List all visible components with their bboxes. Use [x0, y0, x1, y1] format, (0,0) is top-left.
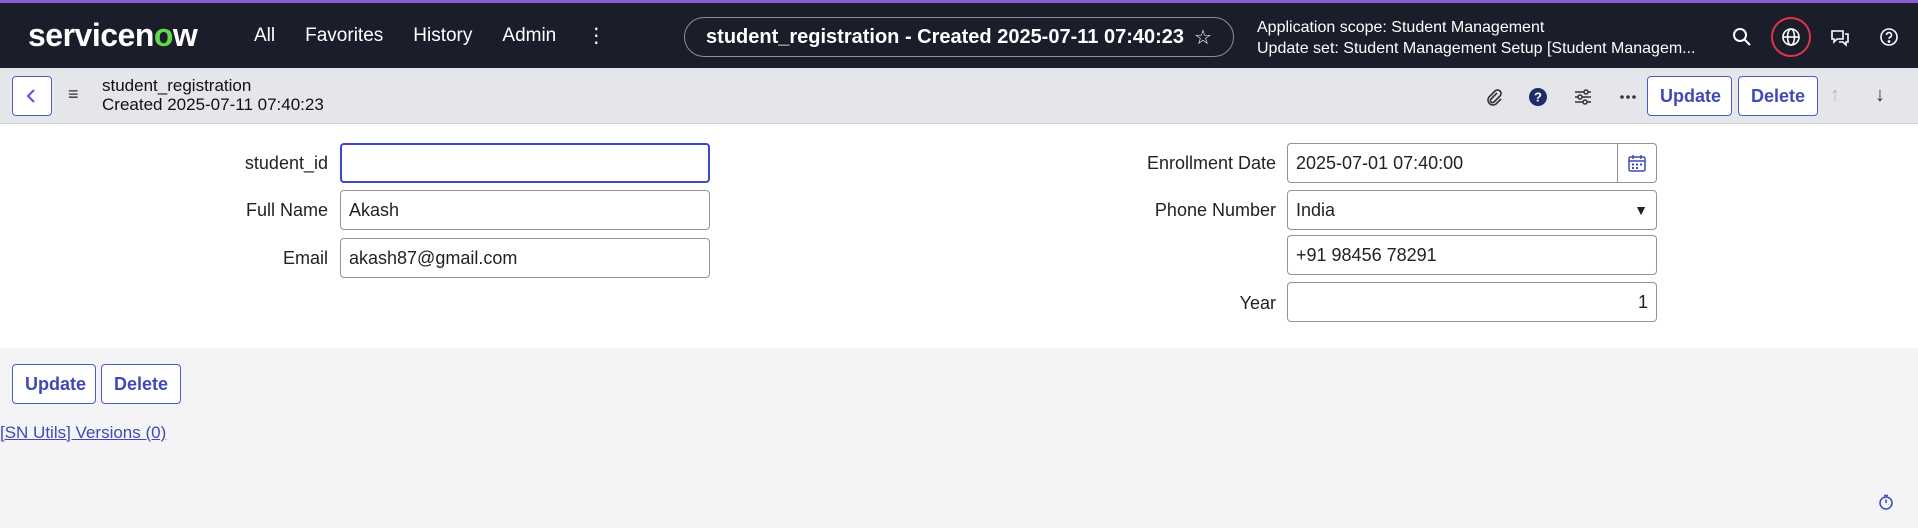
more-actions-icon[interactable] [1605, 82, 1650, 112]
versions-link[interactable]: [SN Utils] Versions (0) [0, 423, 166, 443]
chevron-down-icon: ▼ [1634, 202, 1648, 218]
form-header-icons: ? [1470, 82, 1650, 112]
search-icon[interactable] [1722, 17, 1762, 57]
footer-update-button[interactable]: Update [12, 364, 96, 404]
settings-sliders-icon[interactable] [1560, 82, 1605, 112]
back-button[interactable] [12, 76, 52, 116]
phone-number-label: Phone Number [1154, 200, 1276, 220]
enrollment-date-label: Enrollment Date [1146, 153, 1276, 173]
application-scope: Application scope: Student Management [1257, 19, 1545, 36]
year-label: Year [1239, 293, 1276, 313]
previous-record-icon[interactable]: ↑ [1830, 84, 1840, 107]
top-icons [1722, 17, 1918, 57]
student-id-label: student_id [244, 153, 328, 173]
star-icon[interactable]: ☆ [1194, 25, 1212, 50]
phone-country-value: India [1296, 199, 1336, 220]
nav-admin[interactable]: Admin [502, 25, 556, 47]
nav-history[interactable]: History [413, 25, 472, 47]
created-timestamp: Created 2025-07-11 07:40:23 [102, 95, 324, 114]
svg-text:?: ? [1534, 90, 1542, 105]
full-name-input[interactable]: Akash [340, 190, 710, 230]
student-id-input[interactable] [340, 143, 710, 183]
top-navigation-bar: servicenow All Favorites History Admin ⋮… [0, 0, 1918, 68]
attachment-icon[interactable] [1470, 82, 1515, 112]
header-delete-button[interactable]: Delete [1738, 76, 1818, 116]
full-name-label: Full Name [245, 200, 328, 220]
phone-number-input[interactable]: +91 98456 78291 [1287, 235, 1657, 275]
next-record-icon[interactable]: ↓ [1875, 84, 1885, 107]
form-title: student_registration Created 2025-07-11 … [102, 76, 324, 114]
form-context-menu-icon[interactable]: ≡ [68, 84, 79, 105]
enrollment-date-input[interactable]: 2025-07-01 07:40:00 [1287, 143, 1618, 183]
nav-favorites[interactable]: Favorites [305, 25, 383, 47]
record-title-pill[interactable]: student_registration - Created 2025-07-1… [684, 17, 1234, 57]
email-input[interactable]: akash87@gmail.com [340, 238, 710, 278]
main-nav: All Favorites History Admin ⋮ [254, 23, 606, 48]
servicenow-logo[interactable]: servicenow [28, 17, 224, 54]
calendar-icon[interactable] [1617, 143, 1657, 183]
help-icon[interactable] [1869, 17, 1909, 57]
phone-country-select[interactable]: India ▼ [1287, 190, 1657, 230]
nav-all[interactable]: All [254, 25, 275, 47]
table-name: student_registration [102, 76, 252, 95]
form-body: student_id Full Name Akash Email akash87… [0, 124, 1918, 348]
footer-delete-button[interactable]: Delete [101, 364, 181, 404]
scope-info[interactable]: Application scope: Student Management Up… [1257, 17, 1696, 59]
form-header: ≡ student_registration Created 2025-07-1… [0, 68, 1918, 124]
record-title: student_registration - Created 2025-07-1… [706, 25, 1185, 48]
email-label: Email [282, 248, 328, 268]
more-menu-icon[interactable]: ⋮ [586, 23, 606, 48]
help-circle-icon[interactable]: ? [1515, 82, 1560, 112]
year-input[interactable]: 1 [1287, 282, 1657, 322]
globe-icon[interactable] [1771, 17, 1811, 57]
timer-icon[interactable] [1878, 494, 1894, 515]
update-set: Update set: Student Management Setup [St… [1257, 40, 1696, 57]
header-update-button[interactable]: Update [1647, 76, 1732, 116]
chat-icon[interactable] [1820, 17, 1860, 57]
